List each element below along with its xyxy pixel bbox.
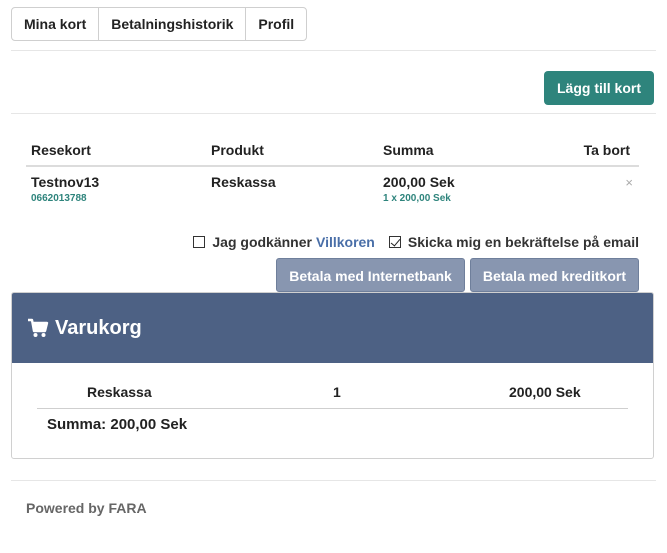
card-name: Testnov13 bbox=[31, 174, 100, 190]
header-summa: Summa bbox=[383, 142, 434, 158]
cart-title: Varukorg bbox=[55, 316, 142, 339]
pay-creditcard-button[interactable]: Betala med kreditkort bbox=[469, 258, 639, 292]
product-name: Reskassa bbox=[211, 174, 276, 190]
add-card-button[interactable]: Lägg till kort bbox=[544, 71, 654, 105]
remove-icon[interactable]: × bbox=[625, 175, 633, 190]
table-row: Testnov13 0662013788 Reskassa 200,00 Sek… bbox=[26, 170, 639, 215]
cart-item-qty: 1 bbox=[333, 384, 341, 400]
cart-header: Varukorg bbox=[12, 293, 653, 363]
divider bbox=[11, 50, 656, 51]
payment-buttons: Betala med Internetbank Betala med kredi… bbox=[276, 258, 639, 292]
cart-total: Summa: 200,00 Sek bbox=[47, 416, 188, 433]
tab-mina-kort[interactable]: Mina kort bbox=[12, 8, 100, 40]
header-produkt: Produkt bbox=[211, 142, 264, 158]
terms-checkbox[interactable] bbox=[193, 236, 206, 248]
terms-link[interactable]: Villkoren bbox=[316, 234, 375, 250]
row-sum: 200,00 Sek bbox=[383, 174, 455, 190]
cart-item: Reskassa 1 200,00 Sek bbox=[37, 382, 628, 409]
terms-row: Jag godkänner Villkoren Skicka mig en be… bbox=[193, 233, 639, 251]
cart-item-product: Reskassa bbox=[87, 384, 152, 400]
cart-item-price: 200,00 Sek bbox=[509, 384, 581, 400]
divider bbox=[11, 113, 656, 114]
pay-internetbank-button[interactable]: Betala med Internetbank bbox=[276, 258, 465, 292]
footer-text: Powered by FARA bbox=[26, 500, 147, 516]
cart-panel: Varukorg Reskassa 1 200,00 Sek Summa: 20… bbox=[11, 292, 654, 459]
header-resekort: Resekort bbox=[31, 142, 91, 158]
email-confirm-label: Skicka mig en bekräftelse på email bbox=[407, 234, 639, 250]
terms-label: Jag godkänner bbox=[212, 234, 312, 250]
table-header: Resekort Produkt Summa Ta bort bbox=[26, 134, 639, 167]
divider bbox=[11, 480, 656, 481]
header-ta-bort: Ta bort bbox=[583, 142, 630, 158]
email-confirm-checkbox[interactable] bbox=[388, 236, 401, 248]
card-number: 0662013788 bbox=[31, 193, 87, 204]
tab-profil[interactable]: Profil bbox=[246, 8, 306, 40]
nav-tabs: Mina kort Betalningshistorik Profil bbox=[11, 7, 308, 41]
row-sum-detail: 1 x 200,00 Sek bbox=[383, 193, 451, 204]
cart-icon bbox=[28, 318, 49, 337]
tab-betalningshistorik[interactable]: Betalningshistorik bbox=[99, 8, 247, 40]
